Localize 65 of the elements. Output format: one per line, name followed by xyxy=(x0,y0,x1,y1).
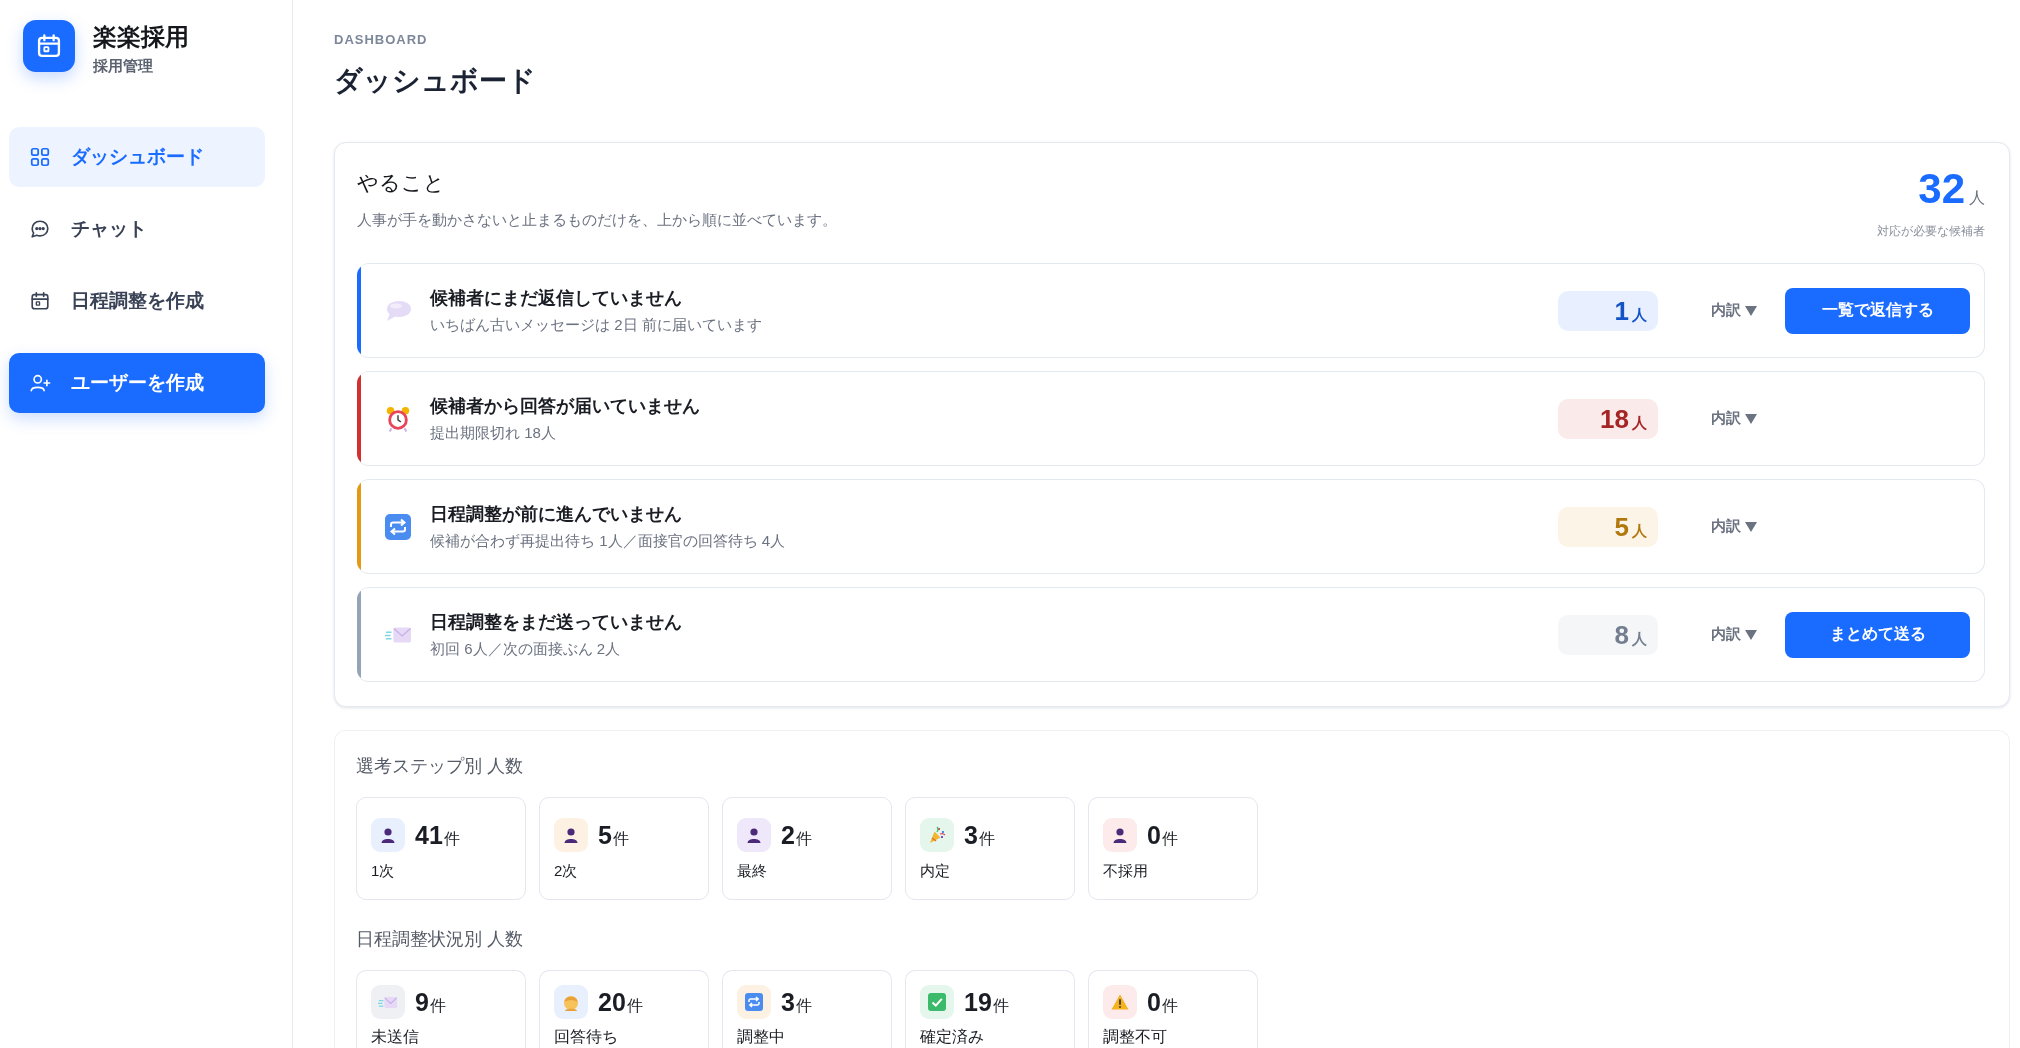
nav-item[interactable]: チャット xyxy=(9,199,265,259)
stat-count: 5件 xyxy=(598,820,629,850)
stat-count: 3件 xyxy=(781,987,812,1017)
page-eyebrow: DASHBOARD xyxy=(334,31,428,49)
stat-count: 2件 xyxy=(781,820,812,850)
breakdown-toggle[interactable]: 内訳 xyxy=(1711,517,1769,536)
count-badge: 18 人 xyxy=(1558,398,1658,439)
task-title: 日程調整をまだ送っていません xyxy=(430,611,683,634)
total-count: 32 人 xyxy=(1918,167,1985,214)
stat-label: 確定済み xyxy=(920,1027,985,1047)
action-button[interactable]: 一覧で返信する xyxy=(1785,287,1970,334)
task-title: 日程調整が前に進んでいません xyxy=(430,503,683,526)
caret-icon xyxy=(1745,413,1757,424)
user-plus-icon xyxy=(29,372,51,394)
section-description: 人事が手を動かさないと止まるものだけを、上から順に並べています。 xyxy=(357,210,837,230)
calendar-logo-icon xyxy=(23,20,75,72)
breakdown-toggle[interactable]: 内訳 xyxy=(1711,409,1769,428)
task-detail: いちばん古いメッセージは 2日 前に届いています xyxy=(430,315,763,335)
stat-label: 最終 xyxy=(737,861,768,881)
stat-label: 未送信 xyxy=(371,1027,420,1047)
alarm-clock-icon xyxy=(385,405,411,432)
total-caption: 対応が必要な候補者 xyxy=(1877,223,1985,240)
calendar-icon xyxy=(29,290,51,312)
task-detail: 候補が合わず再提出待ち 1人／面接官の回答待ち 4人 xyxy=(430,531,787,551)
create-user-button[interactable]: ユーザーを作成 xyxy=(9,353,265,413)
section-title: 日程調整状況別 人数 xyxy=(356,928,523,950)
breakdown-toggle[interactable]: 内訳 xyxy=(1711,301,1769,320)
stat-count: 19件 xyxy=(964,987,1009,1017)
stat-count: 0件 xyxy=(1147,820,1178,850)
count-badge: 1人 xyxy=(1558,290,1658,331)
envelope-icon xyxy=(385,625,411,644)
count-badge: 8 人 xyxy=(1558,614,1658,655)
task-title: 候補者から回答が届いていません xyxy=(430,395,701,418)
stat-label: 回答待ち xyxy=(554,1027,619,1047)
task-detail: 初回 6人／次の面接ぶん 2人 xyxy=(430,639,622,659)
nav-item[interactable]: 日程調整を作成 xyxy=(9,271,265,331)
count-badge: 5人 xyxy=(1558,506,1658,547)
action-button[interactable]: まとめて送る xyxy=(1785,611,1970,658)
caret-icon xyxy=(1745,521,1757,532)
app-subtitle: 採用管理 xyxy=(93,56,154,76)
grid-icon xyxy=(29,146,51,168)
chat-icon xyxy=(29,218,51,240)
task-title: 候補者にまだ返信していません xyxy=(430,287,683,310)
stat-count: 0件 xyxy=(1147,987,1178,1017)
stat-count: 9件 xyxy=(415,987,446,1017)
repeat-icon xyxy=(385,513,411,540)
speech-bubble-icon xyxy=(385,299,411,322)
stat-count: 20件 xyxy=(598,987,643,1017)
section-title: 選考ステップ別 人数 xyxy=(356,755,523,777)
stat-label: 1次 xyxy=(371,861,396,881)
breakdown-toggle[interactable]: 内訳 xyxy=(1711,625,1769,644)
task-detail: 提出期限切れ 18人 xyxy=(430,423,557,443)
stat-count: 3件 xyxy=(964,820,995,850)
caret-icon xyxy=(1745,629,1757,640)
nav-item[interactable]: ダッシュボード xyxy=(9,127,265,187)
stat-label: 内定 xyxy=(920,861,951,881)
caret-icon xyxy=(1745,305,1757,316)
stat-label: 不採用 xyxy=(1103,861,1149,881)
app-name: 楽楽採用 xyxy=(93,22,189,52)
section-title: やること xyxy=(357,170,446,196)
stat-label: 2次 xyxy=(554,861,579,881)
stat-label: 調整不可 xyxy=(1103,1027,1168,1047)
page-title: ダッシュボード xyxy=(334,64,536,98)
stat-count: 41件 xyxy=(415,820,460,850)
stat-label: 調整中 xyxy=(737,1027,786,1047)
